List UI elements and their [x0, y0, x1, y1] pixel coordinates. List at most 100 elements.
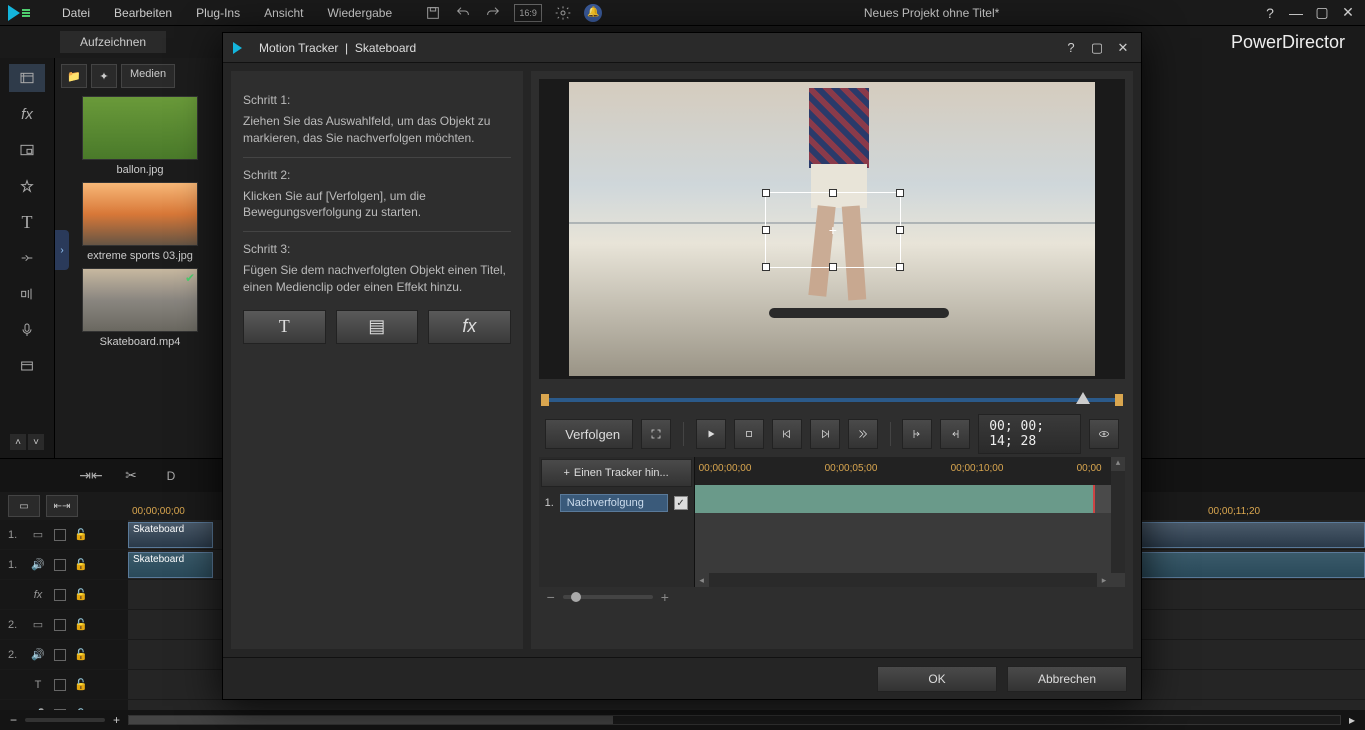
dialog-titlebar[interactable]: Motion Tracker | Skateboard ? ▢ ✕: [223, 33, 1141, 63]
more-tools-button[interactable]: D: [157, 464, 185, 488]
track-visible-checkbox[interactable]: [54, 529, 66, 541]
dialog-maximize-icon[interactable]: ▢: [1089, 40, 1105, 56]
timecode-display[interactable]: 00; 00; 14; 28: [978, 414, 1081, 454]
play-icon[interactable]: [696, 419, 726, 449]
help-icon[interactable]: ?: [1261, 4, 1279, 22]
in-point-handle[interactable]: [541, 394, 549, 406]
media-tab[interactable]: Medien: [121, 64, 175, 88]
resize-handle[interactable]: [829, 263, 837, 271]
redo-icon[interactable]: [484, 4, 502, 22]
menu-playback[interactable]: Wiedergabe: [315, 2, 404, 24]
dialog-help-icon[interactable]: ?: [1063, 40, 1079, 56]
import-tab-icon[interactable]: 📁: [61, 64, 87, 88]
save-icon[interactable]: [424, 4, 442, 22]
timeline-clip[interactable]: Skateboard: [128, 522, 213, 548]
track-lock-icon[interactable]: 🔓: [74, 678, 88, 691]
prev-frame-icon[interactable]: [772, 419, 802, 449]
transition-room-icon[interactable]: [9, 244, 45, 272]
preview-quality-icon[interactable]: [1089, 419, 1119, 449]
track-button[interactable]: Verfolgen: [545, 419, 633, 449]
audio-room-icon[interactable]: [9, 280, 45, 308]
timeline-clip[interactable]: [1128, 522, 1365, 548]
fx-room-icon[interactable]: fx: [9, 100, 45, 128]
preview-scrubber[interactable]: [541, 391, 1123, 409]
track-visible-checkbox[interactable]: [54, 679, 66, 691]
rail-collapse-down-icon[interactable]: ˅: [28, 434, 44, 450]
notification-icon[interactable]: 🔔: [584, 4, 602, 22]
add-clip-button[interactable]: ▤: [336, 310, 419, 344]
timeline-view-button[interactable]: ▭: [8, 495, 40, 517]
track-lock-icon[interactable]: 🔓: [74, 588, 88, 601]
media-item[interactable]: ✔ Skateboard.mp4: [82, 268, 198, 348]
menu-plugins[interactable]: Plug-Ins: [184, 2, 252, 24]
cancel-button[interactable]: Abbrechen: [1007, 666, 1127, 692]
resize-handle[interactable]: [896, 263, 904, 271]
zoom-out-icon[interactable]: −: [10, 713, 17, 727]
add-tracker-button[interactable]: +Einen Tracker hin...: [541, 459, 692, 487]
track-lock-icon[interactable]: 🔓: [74, 648, 88, 661]
resize-handle[interactable]: [896, 226, 904, 234]
expand-panel-icon[interactable]: ›: [55, 230, 69, 270]
resize-handle[interactable]: [829, 189, 837, 197]
settings-icon[interactable]: [554, 4, 572, 22]
aspect-ratio-button[interactable]: 16:9: [514, 4, 542, 22]
zoom-in-icon[interactable]: +: [113, 713, 120, 727]
record-button[interactable]: Aufzeichnen: [60, 31, 166, 53]
tracker-vscrollbar[interactable]: ▴: [1111, 457, 1125, 573]
tracker-enable-checkbox[interactable]: ✓: [674, 496, 688, 510]
timeline-clip[interactable]: [1128, 552, 1365, 578]
zoom-slider[interactable]: [25, 718, 105, 722]
tracking-selection-box[interactable]: +: [765, 192, 901, 268]
media-room-icon[interactable]: [9, 64, 45, 92]
title-room-icon[interactable]: T: [9, 208, 45, 236]
mark-out-icon[interactable]: [940, 419, 970, 449]
track-audible-checkbox[interactable]: [54, 649, 66, 661]
video-preview[interactable]: +: [539, 79, 1125, 379]
menu-edit[interactable]: Bearbeiten: [102, 2, 184, 24]
minimize-icon[interactable]: —: [1287, 4, 1305, 22]
plugin-tab-icon[interactable]: ✦: [91, 64, 117, 88]
tracker-zoom-slider[interactable]: [563, 595, 653, 599]
track-visible-checkbox[interactable]: [54, 589, 66, 601]
add-effect-button[interactable]: fx: [428, 310, 511, 344]
mark-in-icon[interactable]: [902, 419, 932, 449]
timeline-clip[interactable]: Skateboard: [128, 552, 213, 578]
add-title-button[interactable]: T: [243, 310, 326, 344]
fast-forward-icon[interactable]: [848, 419, 878, 449]
split-tool-icon[interactable]: ✂: [117, 464, 145, 488]
media-item[interactable]: ballon.jpg: [82, 96, 198, 176]
dialog-close-icon[interactable]: ✕: [1115, 40, 1131, 56]
track-audible-checkbox[interactable]: [54, 559, 66, 571]
track-lane[interactable]: [128, 700, 1365, 710]
out-point-handle[interactable]: [1115, 394, 1123, 406]
menu-file[interactable]: Datei: [50, 2, 102, 24]
timeline-scrollbar[interactable]: [128, 715, 1341, 725]
tracker-name-field[interactable]: Nachverfolgung: [560, 494, 668, 512]
particle-room-icon[interactable]: [9, 172, 45, 200]
tracker-clip[interactable]: [695, 485, 1095, 513]
tracker-ruler[interactable]: 00;00;00;00 00;00;05;00 00;00;10;00 00;0…: [695, 457, 1125, 485]
resize-handle[interactable]: [762, 226, 770, 234]
resize-handle[interactable]: [896, 189, 904, 197]
chapter-room-icon[interactable]: [9, 352, 45, 380]
tracker-hscrollbar[interactable]: ◂▸: [695, 573, 1111, 587]
undo-icon[interactable]: [454, 4, 472, 22]
track-lock-icon[interactable]: 🔓: [74, 528, 88, 541]
close-icon[interactable]: ✕: [1339, 4, 1357, 22]
fit-view-icon[interactable]: [641, 419, 671, 449]
maximize-icon[interactable]: ▢: [1313, 4, 1331, 22]
rail-collapse-up-icon[interactable]: ˄: [10, 434, 26, 450]
resize-handle[interactable]: [762, 263, 770, 271]
track-visible-checkbox[interactable]: [54, 619, 66, 631]
tracker-lane[interactable]: [695, 485, 1125, 513]
stop-icon[interactable]: [734, 419, 764, 449]
voiceover-room-icon[interactable]: [9, 316, 45, 344]
tracker-zoom-out-icon[interactable]: −: [547, 589, 555, 605]
ok-button[interactable]: OK: [877, 666, 997, 692]
resize-handle[interactable]: [762, 189, 770, 197]
scroll-right-icon[interactable]: ▸: [1349, 713, 1355, 727]
media-item[interactable]: extreme sports 03.jpg: [82, 182, 198, 262]
timeline-snap-button[interactable]: ⇤⇥: [46, 495, 78, 517]
track-lock-icon[interactable]: 🔓: [74, 618, 88, 631]
pip-room-icon[interactable]: [9, 136, 45, 164]
